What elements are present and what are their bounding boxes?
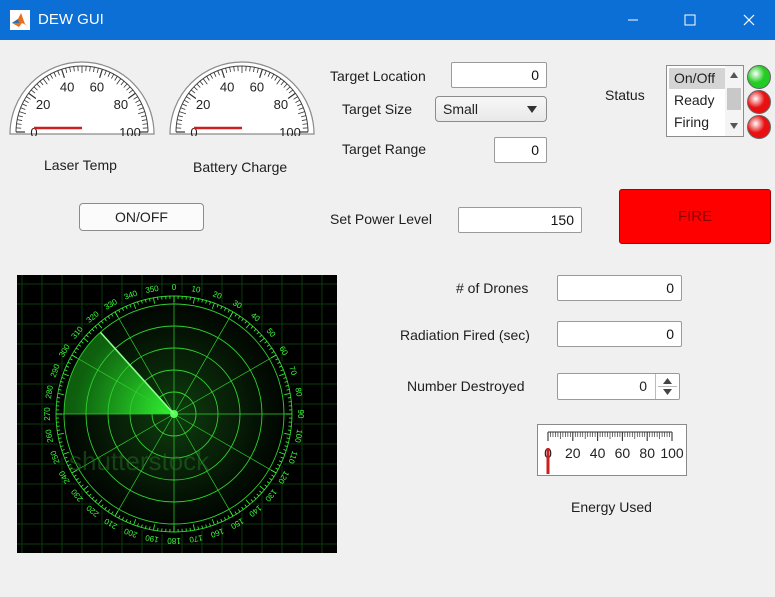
on-off-button[interactable]: ON/OFF — [79, 203, 204, 231]
battery-charge-tick-label: 80 — [274, 97, 288, 112]
radar-display: 0 10 2030405060708090100110120130140150160… — [17, 275, 337, 553]
close-icon — [743, 14, 755, 26]
radiation-field[interactable]: 0 — [557, 321, 682, 347]
target-size-value: Small — [443, 101, 479, 117]
status-item-firing[interactable]: Firing — [669, 112, 725, 133]
battery-charge-label: Battery Charge — [193, 159, 288, 175]
spin-up-icon[interactable] — [663, 378, 672, 384]
scroll-up-icon[interactable] — [730, 72, 738, 78]
fire-button[interactable]: FIRE — [619, 189, 771, 244]
battery-charge-tick-label: 100 — [279, 125, 301, 136]
battery-charge-tick-label: 60 — [250, 79, 264, 94]
radar-bearing-label: 0 — [172, 283, 177, 292]
laser-temp-tick-label: 60 — [90, 79, 104, 94]
target-size-label: Target Size — [342, 101, 413, 117]
spinner-arrows — [655, 374, 679, 399]
close-button[interactable] — [726, 0, 772, 40]
spin-down-icon[interactable] — [663, 389, 672, 395]
energy-gauge-tick-label: 100 — [660, 445, 684, 461]
minimize-button[interactable] — [610, 0, 656, 40]
status-listbox[interactable]: On/Off Ready Firing — [666, 65, 744, 137]
target-range-label: Target Range — [342, 141, 427, 157]
destroyed-value: 0 — [639, 378, 647, 394]
radar-watermark: shutterstock — [69, 446, 210, 476]
battery-charge-gauge: 0 20 40 60 80 100 — [169, 61, 315, 136]
power-level-label: Set Power Level — [330, 211, 432, 227]
energy-used-label: Energy Used — [571, 499, 652, 515]
firing-lamp — [747, 115, 771, 139]
target-size-dropdown[interactable]: Small — [435, 96, 547, 122]
energy-gauge-tick-label: 80 — [639, 445, 655, 461]
matlab-icon — [10, 10, 30, 30]
energy-used-gauge: 020406080100 — [537, 424, 687, 476]
ready-lamp — [747, 90, 771, 114]
destroyed-spinner[interactable]: 0 — [557, 373, 680, 400]
radar-bearing-label: 270 — [43, 407, 52, 421]
laser-temp-label: Laser Temp — [44, 157, 117, 173]
battery-charge-tick-label: 40 — [220, 79, 234, 94]
title-bar: DEW GUI — [0, 0, 775, 40]
scroll-thumb[interactable] — [727, 88, 741, 110]
laser-temp-tick-label: 80 — [114, 97, 128, 112]
laser-temp-tick-label: 0 — [30, 125, 37, 136]
drones-label: # of Drones — [456, 280, 529, 296]
target-range-field[interactable]: 0 — [494, 137, 547, 163]
radar-bearing-label: 180 — [167, 536, 181, 545]
radiation-label: Radiation Fired (sec) — [400, 327, 530, 343]
minimize-icon — [628, 19, 638, 21]
laser-temp-tick-label: 100 — [119, 125, 141, 136]
maximize-icon — [684, 14, 696, 26]
window-title: DEW GUI — [38, 11, 104, 28]
scroll-down-icon[interactable] — [730, 123, 738, 129]
battery-charge-tick-label: 20 — [196, 97, 210, 112]
drones-field[interactable]: 0 — [557, 275, 682, 301]
listbox-scrollbar[interactable] — [725, 66, 743, 136]
laser-temp-gauge: 0 20 40 60 80 100 — [9, 61, 155, 136]
laser-temp-tick-label: 40 — [60, 79, 74, 94]
maximize-button[interactable] — [667, 0, 713, 40]
energy-gauge-tick-label: 40 — [590, 445, 606, 461]
battery-charge-tick-label: 0 — [190, 125, 197, 136]
power-level-field[interactable]: 150 — [458, 207, 582, 233]
laser-temp-tick-label: 20 — [36, 97, 50, 112]
status-item-ready[interactable]: Ready — [669, 90, 725, 111]
chevron-down-icon — [527, 106, 537, 113]
target-location-field[interactable]: 0 — [451, 62, 547, 88]
status-item-on-off[interactable]: On/Off — [669, 68, 725, 89]
energy-gauge-tick-label: 60 — [615, 445, 631, 461]
on-off-lamp — [747, 65, 771, 89]
target-location-label: Target Location — [330, 68, 426, 84]
destroyed-label: Number Destroyed — [407, 378, 525, 394]
status-label: Status — [605, 87, 645, 103]
energy-gauge-tick-label: 20 — [565, 445, 581, 461]
radar-bearing-label: 90 — [296, 410, 305, 419]
